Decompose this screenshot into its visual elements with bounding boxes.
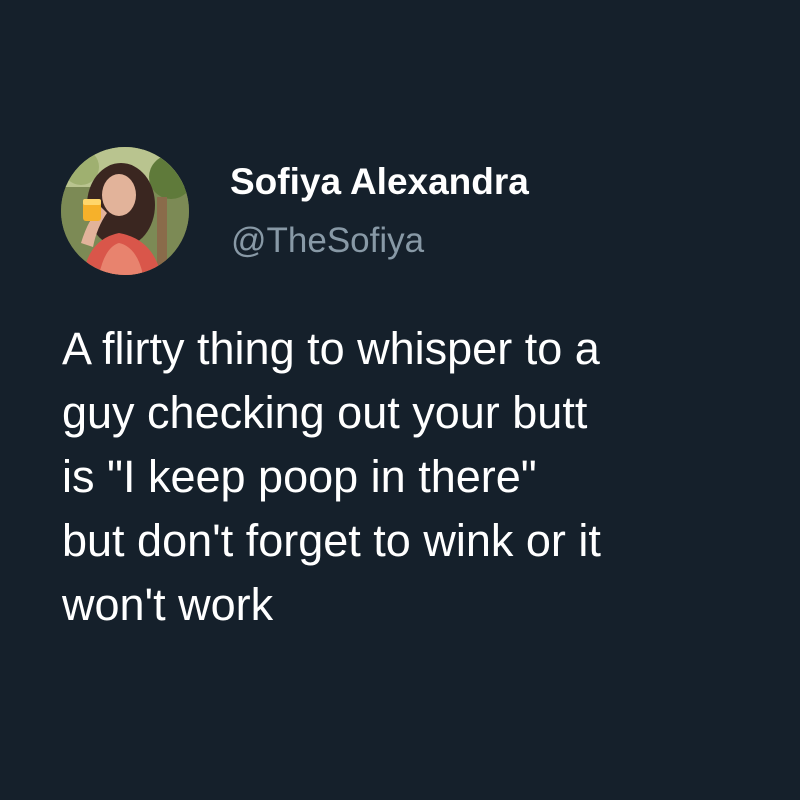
tweet-text-line: but don't forget to wink or it <box>62 515 601 566</box>
tweet-card: Sofiya Alexandra @TheSofiya A flirty thi… <box>0 0 800 800</box>
tweet-text-line: A flirty thing to whisper to a <box>62 323 600 374</box>
author-display-name[interactable]: Sofiya Alexandra <box>230 160 529 204</box>
tweet-text-line: guy checking out your butt <box>62 387 588 438</box>
tweet-text: A flirty thing to whisper to a guy check… <box>62 317 762 637</box>
avatar[interactable] <box>61 147 189 275</box>
tweet-text-line: won't work <box>62 579 274 630</box>
tweet-text-line: is "I keep poop in there" <box>62 451 537 502</box>
profile-photo <box>61 147 189 275</box>
author-handle[interactable]: @TheSofiya <box>231 219 424 263</box>
